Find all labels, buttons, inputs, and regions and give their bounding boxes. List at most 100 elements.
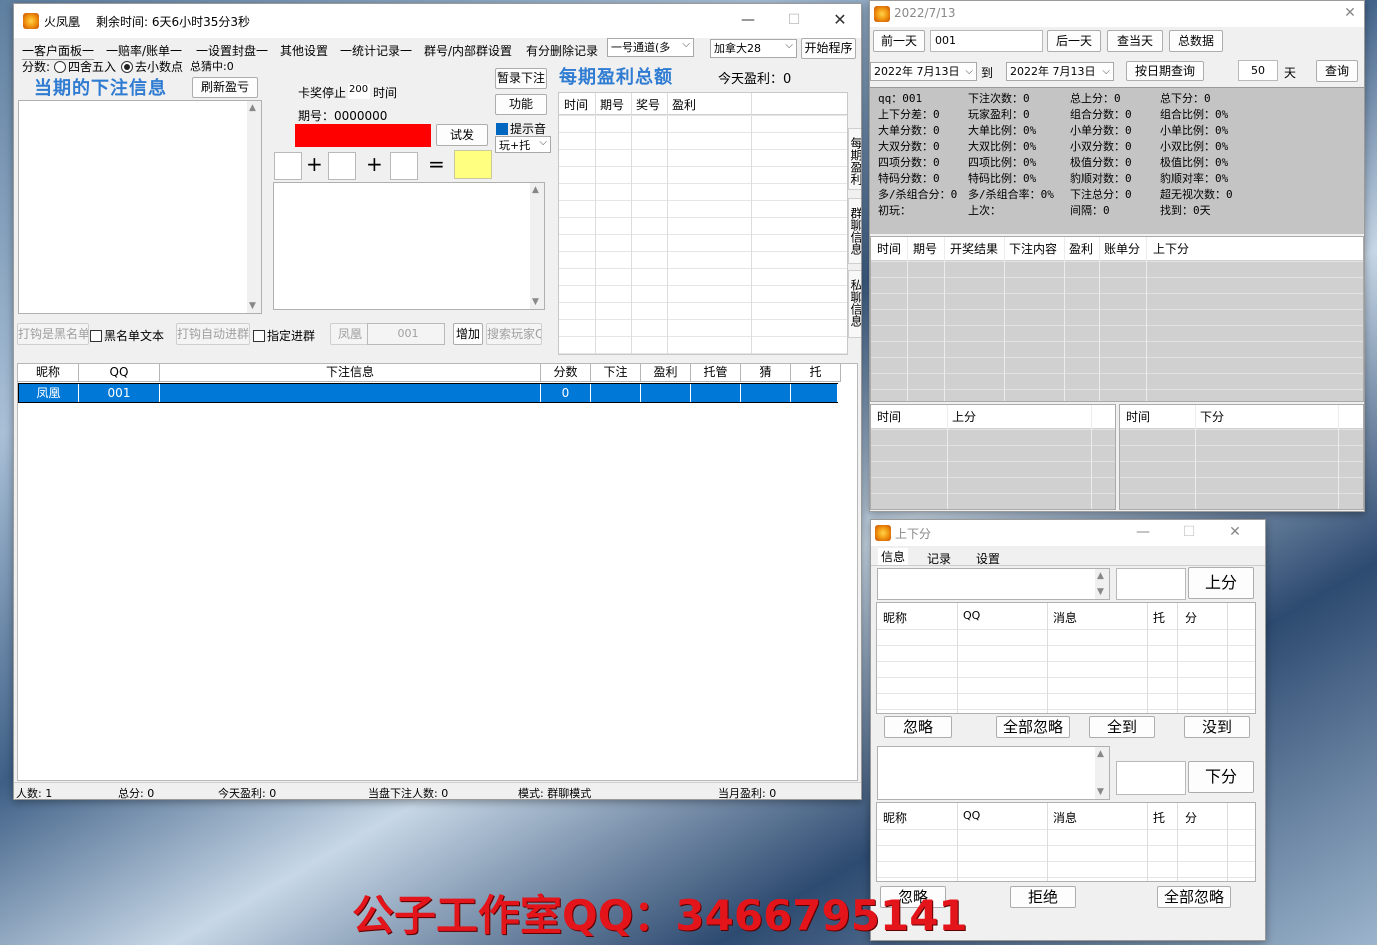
scroll-down-icon[interactable]: ▼ xyxy=(532,297,539,307)
round-radio[interactable] xyxy=(54,61,66,73)
scroll-down-icon[interactable]: ▼ xyxy=(249,301,256,311)
blacklist-button[interactable]: 打钩是黑名单 xyxy=(17,323,89,345)
tab-info[interactable]: 信息 xyxy=(878,548,909,565)
vtab-private-chat[interactable]: 私聊信息 xyxy=(848,270,861,338)
ignore-all-button[interactable]: 全部忽略 xyxy=(996,716,1070,738)
sound-toggle[interactable]: 提示音 xyxy=(496,120,546,137)
down-message-box[interactable]: ▲ ▼ xyxy=(877,746,1110,800)
function-button[interactable]: 功能 xyxy=(495,94,547,115)
col-profit[interactable]: 盈利 xyxy=(672,96,696,113)
name-field[interactable]: 凤凰 xyxy=(330,323,370,345)
up-message-box[interactable]: ▲ ▼ xyxy=(877,568,1110,600)
down-request-grid[interactable]: 昵称 QQ 消息 托 分 xyxy=(876,802,1256,882)
maximize-icon[interactable]: ☐ xyxy=(782,10,806,30)
scroll-up-icon[interactable]: ▲ xyxy=(532,185,539,195)
row-qq[interactable]: 001 xyxy=(79,384,160,402)
region-select[interactable]: 加拿大28 ⌵ xyxy=(710,39,797,58)
not-arrive-button[interactable]: 没到 xyxy=(1184,716,1250,738)
channel-select[interactable]: 一号通道(多 ⌵ xyxy=(607,38,694,57)
col-bet[interactable]: 下注 xyxy=(591,364,641,382)
col-qq[interactable]: QQ xyxy=(963,609,980,622)
trial-send-button[interactable]: 试发 xyxy=(436,124,488,146)
col-guess[interactable]: 猜 xyxy=(741,364,791,382)
col-nickname[interactable]: 昵称 xyxy=(883,809,907,826)
scrollbar[interactable]: ▲ ▼ xyxy=(530,183,544,309)
detail-col-time[interactable]: 时间 xyxy=(877,240,901,257)
up-col-time[interactable]: 时间 xyxy=(877,408,901,425)
detail-col-profit[interactable]: 盈利 xyxy=(1069,240,1093,257)
detail-col-content[interactable]: 下注内容 xyxy=(1009,240,1057,257)
search-player-button[interactable]: 搜索玩家Q xyxy=(486,323,542,345)
col-qq[interactable]: QQ xyxy=(79,364,160,382)
table-row[interactable]: 凤凰 001 0 xyxy=(18,383,838,403)
scroll-up-icon[interactable]: ▲ xyxy=(249,103,256,113)
close-icon[interactable]: ✕ xyxy=(828,10,852,30)
qq-field[interactable]: 001 xyxy=(367,323,445,345)
tab-stats-records[interactable]: 一统计记录一 xyxy=(340,42,412,60)
col-score[interactable]: 分数 xyxy=(541,364,591,382)
play-mode-select[interactable]: 玩+托 ⌵ xyxy=(495,136,551,153)
date-to-select[interactable]: 2022年 7月13日 ⌵ xyxy=(1006,62,1114,81)
today-button[interactable]: 查当天 xyxy=(1107,30,1163,52)
row-shill[interactable] xyxy=(791,384,838,402)
close-icon[interactable]: ✕ xyxy=(1338,3,1362,23)
stats-qq-input[interactable]: 001 xyxy=(930,30,1043,52)
add-button[interactable]: 增加 xyxy=(453,323,483,345)
blacklist-text-toggle[interactable]: 黑名单文本 xyxy=(90,327,164,344)
col-score[interactable]: 分 xyxy=(1185,809,1197,826)
date-from-select[interactable]: 2022年 7月13日 ⌵ xyxy=(870,62,977,81)
decimal-radio[interactable] xyxy=(121,61,133,73)
col-nickname[interactable]: 昵称 xyxy=(883,609,907,626)
prev-day-button[interactable]: 前一天 xyxy=(873,30,925,52)
col-issue[interactable]: 期号 xyxy=(600,96,624,113)
current-bet-list[interactable]: ▲ ▼ xyxy=(18,100,262,314)
down-score-button[interactable]: 下分 xyxy=(1188,761,1254,793)
up-col-score[interactable]: 上分 xyxy=(952,408,976,425)
ignore-all-button-2[interactable]: 全部忽略 xyxy=(1157,886,1231,908)
tab-delete-records[interactable]: 有分删除记录 xyxy=(526,42,598,60)
detail-col-result[interactable]: 开奖结果 xyxy=(950,240,998,257)
stop-time-input[interactable]: 200 xyxy=(348,84,370,99)
row-managed[interactable] xyxy=(691,384,741,402)
number-box-1[interactable] xyxy=(274,152,302,180)
scroll-down-icon[interactable]: ▼ xyxy=(1097,787,1104,797)
up-score-button[interactable]: 上分 xyxy=(1188,567,1254,599)
col-time[interactable]: 时间 xyxy=(564,96,588,113)
tab-settings[interactable]: 设置 xyxy=(976,550,1000,567)
down-amount-input[interactable] xyxy=(1116,761,1186,795)
row-guess[interactable] xyxy=(741,384,791,402)
col-bet-info[interactable]: 下注信息 xyxy=(160,364,541,382)
sound-checkbox[interactable] xyxy=(496,123,508,135)
scrollbar[interactable]: ▲ ▼ xyxy=(1095,569,1109,599)
vtab-profit[interactable]: 每期盈利 xyxy=(848,128,861,190)
col-profit[interactable]: 盈利 xyxy=(641,364,691,382)
close-icon[interactable]: ✕ xyxy=(1223,522,1247,542)
next-day-button[interactable]: 后一天 xyxy=(1047,30,1101,52)
col-shill[interactable]: 托 xyxy=(1153,809,1165,826)
scrollbar[interactable]: ▲ ▼ xyxy=(1095,747,1109,799)
designated-group-toggle[interactable]: 指定进群 xyxy=(253,327,315,344)
minimize-icon[interactable]: — xyxy=(1131,522,1155,542)
pause-bet-button[interactable]: 暂录下注 xyxy=(495,68,547,89)
row-nickname[interactable]: 凤凰 xyxy=(19,384,79,402)
row-bet[interactable] xyxy=(591,384,641,402)
scrollbar[interactable]: ▲ ▼ xyxy=(247,101,261,313)
scroll-up-icon[interactable]: ▲ xyxy=(1097,749,1104,759)
all-arrive-button[interactable]: 全到 xyxy=(1089,716,1155,738)
number-box-2[interactable] xyxy=(328,152,356,180)
row-profit[interactable] xyxy=(641,384,691,402)
col-nickname[interactable]: 昵称 xyxy=(18,364,79,382)
up-request-grid[interactable]: 昵称 QQ 消息 托 分 xyxy=(876,602,1256,714)
col-shill[interactable]: 托 xyxy=(791,364,841,382)
detail-col-issue[interactable]: 期号 xyxy=(913,240,937,257)
total-data-button[interactable]: 总数据 xyxy=(1169,30,1223,52)
tab-other-settings[interactable]: 其他设置 xyxy=(280,42,328,60)
designated-checkbox[interactable] xyxy=(253,330,265,342)
maximize-icon[interactable]: ☐ xyxy=(1177,522,1201,542)
scroll-down-icon[interactable]: ▼ xyxy=(1097,587,1104,597)
blacklist-checkbox[interactable] xyxy=(90,330,102,342)
col-message[interactable]: 消息 xyxy=(1053,809,1077,826)
message-box[interactable]: ▲ ▼ xyxy=(273,182,545,310)
row-score[interactable]: 0 xyxy=(541,384,591,402)
col-qq[interactable]: QQ xyxy=(963,809,980,822)
